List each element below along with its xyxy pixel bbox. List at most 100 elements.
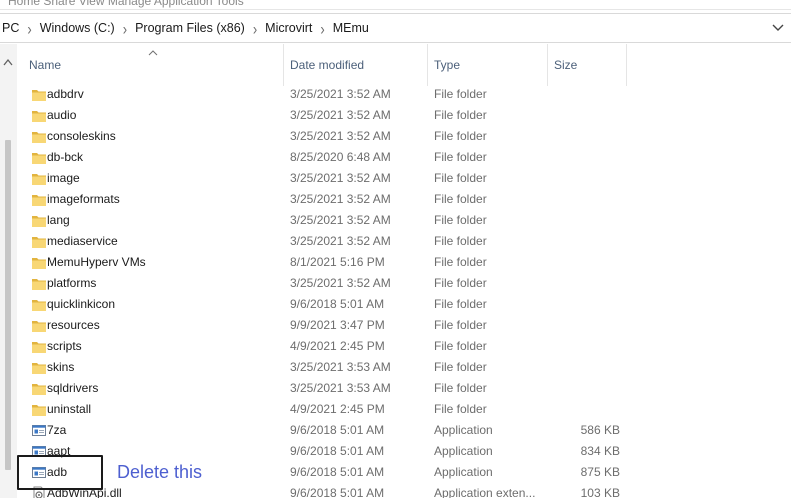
file-type: File folder [434,171,487,185]
breadcrumb-item-microvirt[interactable]: Microvirt [261,21,316,35]
file-name: adbdrv [47,87,84,101]
file-date-modified: 3/25/2021 3:52 AM [290,129,391,143]
file-size [554,273,620,294]
file-size: 586 KB [580,423,620,437]
breadcrumb-item-memu[interactable]: MEmu [329,21,373,35]
file-name: platforms [47,276,97,290]
file-size [554,168,620,189]
file-type: File folder [434,339,487,353]
file-type: File folder [434,276,487,290]
file-row-image[interactable]: image 3/25/2021 3:52 AM File folder [17,168,791,189]
file-name: consoleskins [47,129,116,143]
file-row-7za[interactable]: 7za 9/6/2018 5:01 AM Application 586 KB [17,420,791,441]
folder-icon [31,402,47,417]
folder-icon [31,129,47,144]
file-size [554,315,620,336]
chevron-right-icon[interactable]: › [249,18,261,38]
file-name: MemuHyperv VMs [47,255,146,269]
file-row-db-bck[interactable]: db-bck 8/25/2020 6:48 AM File folder [17,147,791,168]
file-date-modified: 3/25/2021 3:52 AM [290,213,391,227]
file-type: File folder [434,255,487,269]
ribbon-partial: Home Share View Manage Application Tools [0,0,791,10]
file-size [554,252,620,273]
file-size [554,126,620,147]
folder-icon [31,213,47,228]
file-type: Application [434,444,493,458]
column-header-size-label: Size [554,58,578,72]
file-row-resources[interactable]: resources 9/9/2021 3:47 PM File folder [17,315,791,336]
column-header-name[interactable]: Name [23,44,284,86]
column-header-name-label: Name [29,58,62,72]
file-date-modified: 9/6/2018 5:01 AM [290,423,385,437]
file-row-consoleskins[interactable]: consoleskins 3/25/2021 3:52 AM File folder [17,126,791,147]
chevron-right-icon[interactable]: › [119,18,131,38]
file-type: File folder [434,192,487,206]
file-size [554,147,620,168]
folder-icon [31,381,47,396]
address-bar[interactable]: PC › Windows (C:) › Program Files (x86) … [0,13,791,43]
chevron-down-icon[interactable] [771,20,785,34]
file-name: mediaservice [47,234,118,248]
file-row-audio[interactable]: audio 3/25/2021 3:52 AM File folder [17,105,791,126]
file-name: imageformats [47,192,120,206]
scrollbar-thumb[interactable] [5,140,11,470]
file-name: quicklinkicon [47,297,116,311]
file-row-quicklinkicon[interactable]: quicklinkicon 9/6/2018 5:01 AM File folder [17,294,791,315]
file-row-aapt[interactable]: aapt 9/6/2018 5:01 AM Application 834 KB [17,441,791,462]
chevron-right-icon[interactable]: › [316,18,328,38]
column-header-date-label: Date modified [290,58,365,72]
file-type: File folder [434,234,487,248]
breadcrumb-item-pc[interactable]: PC [0,21,23,35]
scroll-up-arrow-icon[interactable] [3,58,13,66]
breadcrumb-item-program-files-x86[interactable]: Program Files (x86) [131,21,249,35]
file-date-modified: 9/9/2021 3:47 PM [290,318,385,332]
file-size [554,105,620,126]
file-row-uninstall[interactable]: uninstall 4/9/2021 2:45 PM File folder [17,399,791,420]
chevron-right-icon[interactable]: › [23,18,35,38]
file-type: Application exten... [434,486,536,498]
file-date-modified: 3/25/2021 3:52 AM [290,171,391,185]
file-name: uninstall [47,402,92,416]
vertical-scrollbar[interactable] [0,44,17,498]
file-size: 834 KB [580,444,620,458]
file-size [554,231,620,252]
file-name: skins [47,360,75,374]
file-type: File folder [434,213,487,227]
file-type: File folder [434,108,487,122]
folder-icon [31,255,47,270]
file-date-modified: 4/9/2021 2:45 PM [290,339,385,353]
file-type: File folder [434,402,487,416]
column-header-date-modified[interactable]: Date modified [284,44,428,86]
file-name: lang [47,213,70,227]
file-row-scripts[interactable]: scripts 4/9/2021 2:45 PM File folder [17,336,791,357]
file-type: File folder [434,297,487,311]
file-list-pane: Name Date modified Type Size adbdrv 3/25/… [0,44,791,498]
folder-icon [31,318,47,333]
file-date-modified: 3/25/2021 3:52 AM [290,276,391,290]
file-row-mediaservice[interactable]: mediaservice 3/25/2021 3:52 AM File folder [17,231,791,252]
file-date-modified: 3/25/2021 3:52 AM [290,192,391,206]
file-row-lang[interactable]: lang 3/25/2021 3:52 AM File folder [17,210,791,231]
file-row-skins[interactable]: skins 3/25/2021 3:53 AM File folder [17,357,791,378]
column-header-size[interactable]: Size [548,44,627,86]
file-date-modified: 3/25/2021 3:52 AM [290,234,391,248]
file-row-platforms[interactable]: platforms 3/25/2021 3:52 AM File folder [17,273,791,294]
file-row-adbwinapi-dll[interactable]: AdbWinApi.dll 9/6/2018 5:01 AM Application… [17,483,791,498]
file-row-memuhyperv-vms[interactable]: MemuHyperv VMs 8/1/2021 5:16 PM File folde… [17,252,791,273]
file-type: File folder [434,150,487,164]
file-date-modified: 9/6/2018 5:01 AM [290,486,385,498]
breadcrumb-item-windows-c[interactable]: Windows (C:) [36,21,119,35]
file-type: File folder [434,87,487,101]
file-row-adbdrv[interactable]: adbdrv 3/25/2021 3:52 AM File folder [17,84,791,105]
file-size [554,189,620,210]
folder-icon [31,171,47,186]
file-row-sqldrivers[interactable]: sqldrivers 3/25/2021 3:53 AM File folder [17,378,791,399]
folder-icon [31,276,47,291]
file-date-modified: 3/25/2021 3:52 AM [290,108,391,122]
file-size [554,294,620,315]
file-size: 875 KB [580,465,620,479]
file-row-imageformats[interactable]: imageformats 3/25/2021 3:52 AM File folder [17,189,791,210]
folder-icon [31,234,47,249]
file-size [554,336,620,357]
column-header-type[interactable]: Type [428,44,548,86]
